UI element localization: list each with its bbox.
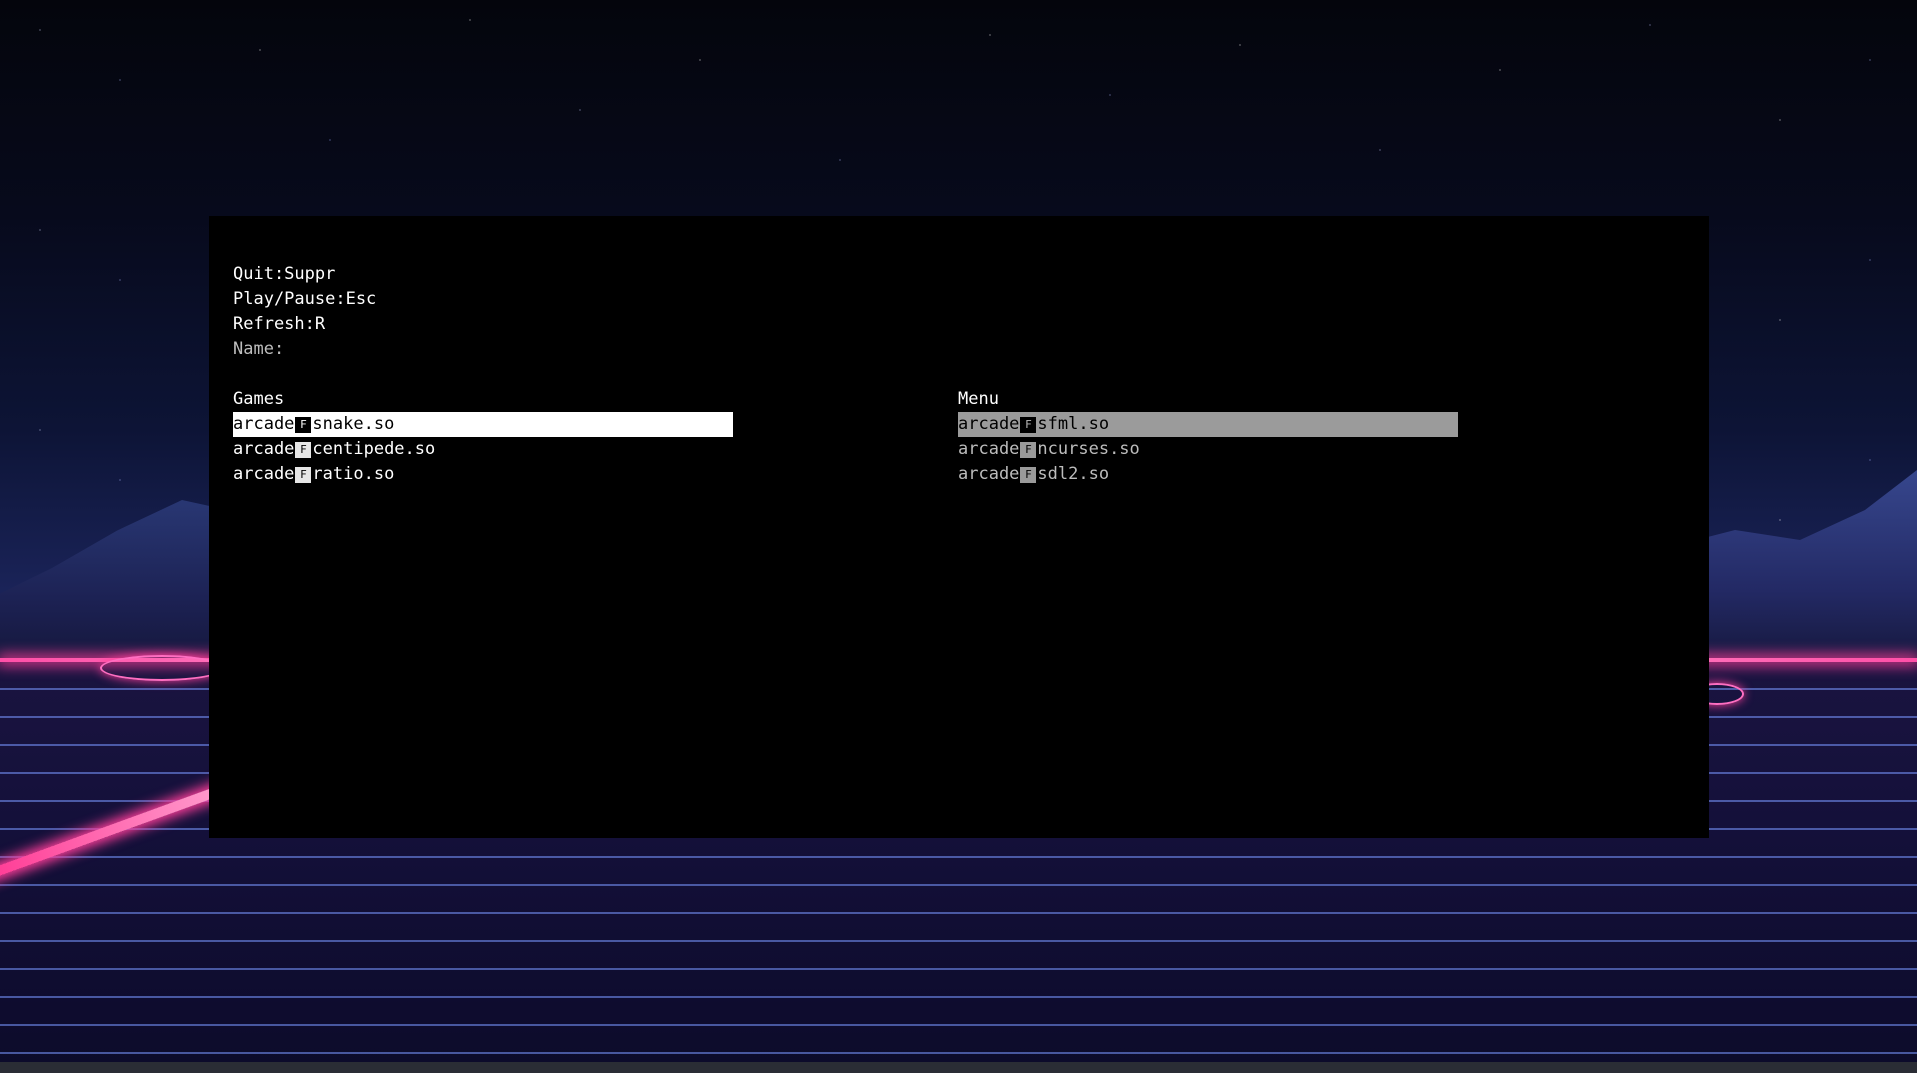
menu-item-ncurses[interactable]: arcade Fncurses.so bbox=[958, 437, 1458, 462]
menu-item-sdl2[interactable]: arcade Fsdl2.so bbox=[958, 462, 1458, 487]
item-name: sdl2.so bbox=[1037, 464, 1110, 484]
separator-glyph: F bbox=[295, 417, 312, 433]
help-play-pause: Play/Pause:Esc bbox=[233, 289, 377, 309]
bottom-strip bbox=[0, 1062, 1917, 1073]
item-prefix: arcade bbox=[233, 464, 295, 484]
games-heading: Games bbox=[233, 389, 285, 409]
separator-glyph: F bbox=[1020, 417, 1037, 433]
item-prefix: arcade bbox=[233, 439, 295, 459]
game-item-ratio[interactable]: arcade Fratio.so bbox=[233, 462, 733, 487]
item-name: sfml.so bbox=[1037, 414, 1110, 434]
separator-glyph: F bbox=[1020, 442, 1037, 458]
item-prefix: arcade bbox=[958, 414, 1020, 434]
help-quit: Quit:Suppr bbox=[233, 264, 336, 284]
item-prefix: arcade bbox=[958, 439, 1020, 459]
item-name: snake.so bbox=[312, 414, 395, 434]
separator-glyph: F bbox=[295, 442, 312, 458]
menu-item-sfml[interactable]: arcade Fsfml.so bbox=[958, 412, 1458, 437]
arcade-terminal-window[interactable]: Quit:Suppr Play/Pause:Esc Refresh:R Name… bbox=[209, 216, 1709, 838]
menu-list: Menu arcade Fsfml.so arcade Fncurses.so ar… bbox=[958, 387, 1458, 487]
game-item-snake[interactable]: arcade Fsnake.so bbox=[233, 412, 733, 437]
item-prefix: arcade bbox=[233, 414, 295, 434]
item-name: ncurses.so bbox=[1037, 439, 1140, 459]
separator-glyph: F bbox=[295, 467, 312, 483]
games-list: Games arcade Fsnake.so arcade Fcentipede.s… bbox=[233, 387, 733, 487]
help-refresh: Refresh:R bbox=[233, 314, 326, 334]
separator-glyph: F bbox=[1020, 467, 1037, 483]
menu-heading: Menu bbox=[958, 389, 999, 409]
item-name: ratio.so bbox=[312, 464, 395, 484]
game-item-centipede[interactable]: arcade Fcentipede.so bbox=[233, 437, 733, 462]
item-prefix: arcade bbox=[958, 464, 1020, 484]
neon-ring-left bbox=[100, 655, 224, 681]
item-name: centipede.so bbox=[312, 439, 436, 459]
name-input[interactable]: Name: bbox=[233, 337, 284, 362]
